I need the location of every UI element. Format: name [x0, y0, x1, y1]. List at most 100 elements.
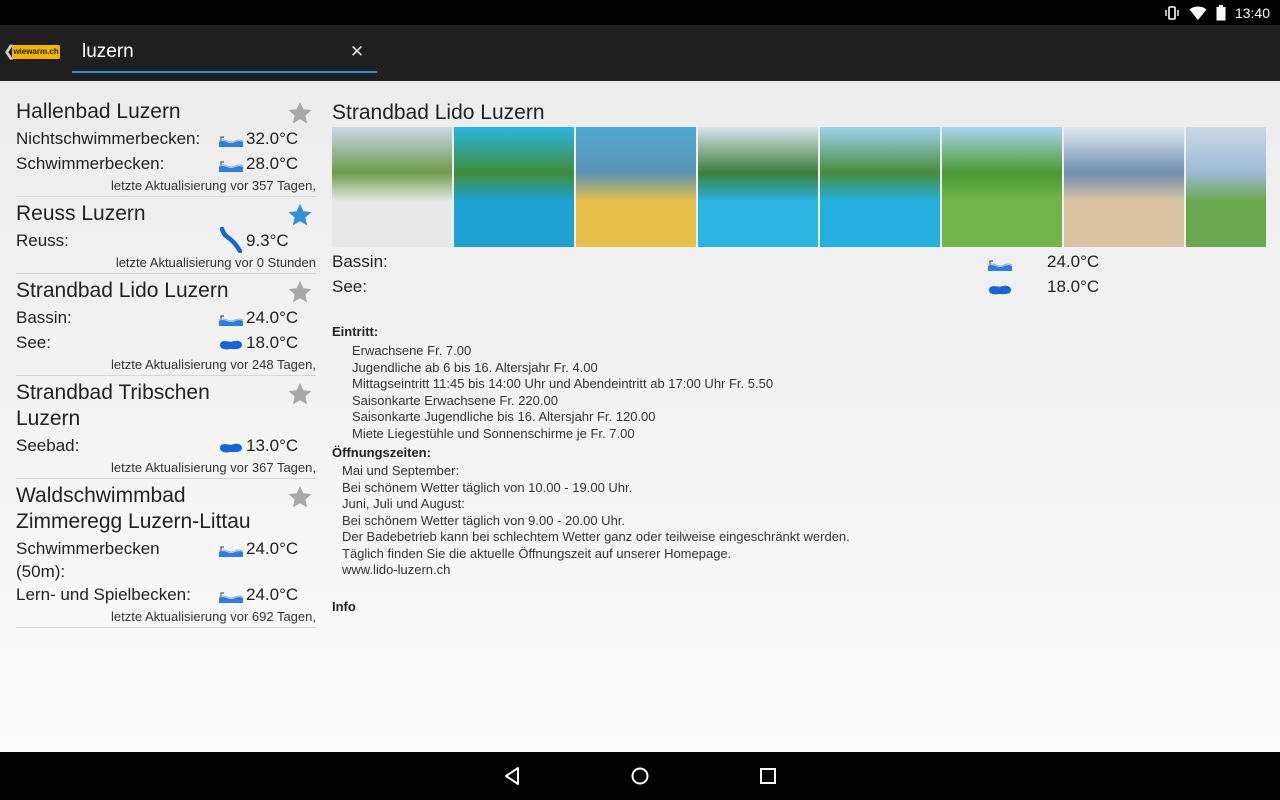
recents-icon[interactable] [756, 764, 780, 788]
temperature-value: 24.0°C [246, 539, 299, 558]
temperature-row: Reuss: 9.3°C [16, 226, 316, 254]
pool-icon [218, 310, 244, 326]
result-item[interactable]: Strandbad Lido Luzern Bassin: 24.0°C See: 18… [16, 274, 316, 376]
gallery-photo[interactable] [332, 127, 452, 247]
temperature-label: See: [16, 333, 51, 352]
temperature-row: Schwimmerbecken: 28.0°C [16, 152, 316, 177]
temperature-value: 13.0°C [246, 436, 299, 455]
last-update-text: letzte Aktualisierung vor 367 Tagen, [110, 460, 316, 475]
pool-icon [987, 255, 1013, 271]
result-title: Waldschwimmbad Zimmeregg Luzern-Littau [16, 484, 251, 533]
pool-icon [218, 156, 244, 172]
pool-icon [218, 131, 244, 147]
temperature-row: Schwimmerbecken (50m): 24.0°C [16, 537, 316, 583]
info-line: Täglich finden Sie die aktuelle Öffnungs… [342, 545, 732, 561]
lake-icon [218, 335, 244, 350]
info-heading: Info [332, 599, 356, 614]
info-line: Bei schönem Wetter täglich von 10.00 - 1… [342, 479, 633, 495]
info-line: Saisonkarte Jugendliche bis 16. Altersja… [352, 409, 656, 424]
info-line: Jugendliche ab 6 bis 16. Altersjahr Fr. … [352, 359, 598, 375]
favorite-star-icon[interactable] [286, 380, 314, 408]
gallery-photo[interactable] [820, 127, 940, 247]
app-logo[interactable]: wiewarm.ch [12, 45, 60, 59]
temperature-value: 32.0°C [246, 129, 299, 148]
favorite-star-active-icon[interactable] [286, 201, 314, 229]
temperature-value: 24.0°C [246, 308, 299, 327]
gallery-photo[interactable] [698, 127, 818, 247]
navigation-bar [0, 752, 1280, 800]
last-update-text: letzte Aktualisierung vor 0 Stunden [115, 255, 316, 270]
result-title: Strandbad Lido Luzern [16, 279, 229, 302]
last-update-text: letzte Aktualisierung vor 357 Tagen, [110, 178, 316, 193]
temperature-label: Reuss: [16, 231, 69, 250]
eintritt-heading: Eintritt: [332, 324, 379, 339]
gallery-photo[interactable] [454, 127, 574, 247]
temperature-label: Schwimmerbecken: [16, 154, 165, 173]
temperature-label: Nichtschwimmerbecken: [16, 129, 201, 148]
detail-temp-value: 24.0°C [1047, 252, 1100, 271]
temperature-value: 28.0°C [246, 154, 299, 173]
temperature-label: Seebad: [16, 436, 80, 455]
info-line: Mittagseintritt 11:45 bis 14:00 Uhr und … [352, 376, 774, 391]
battery-icon [1216, 4, 1226, 21]
river-icon [218, 226, 244, 254]
temperature-row: Nichtschwimmerbecken: 32.0°C [16, 127, 316, 152]
oeffnung-heading: Öffnungszeiten: [332, 445, 431, 460]
result-title: Strandbad Tribschen Luzern [16, 381, 210, 430]
gallery-photo[interactable] [1064, 127, 1184, 247]
clear-search-button[interactable]: ✕ [347, 42, 367, 62]
info-line: Mai und September: [342, 463, 460, 478]
info-line: Der Badebetrieb kann bei schlechtem Wett… [342, 529, 850, 544]
detail-temp-row: See: 18.0°C [332, 275, 1266, 299]
pool-icon [218, 541, 244, 557]
photo-gallery[interactable] [332, 127, 1266, 247]
info-line: Erwachsene Fr. 7.00 [352, 343, 472, 358]
temperature-row: Bassin: 24.0°C [16, 306, 316, 331]
search-input[interactable] [82, 39, 332, 65]
status-bar: 13:40 [0, 0, 1280, 25]
temperature-row: See: 18.0°C [16, 331, 316, 356]
detail-temp-label: See: [332, 277, 367, 296]
result-item[interactable]: Hallenbad Luzern Nichtschwimmerbecken: 32.… [16, 81, 316, 197]
main-content: Hallenbad Luzern Nichtschwimmerbecken: 32.… [0, 81, 1280, 752]
clock: 13:40 [1234, 4, 1270, 21]
home-icon[interactable] [628, 764, 652, 788]
detail-temp-value: 18.0°C [1047, 277, 1100, 296]
gallery-photo[interactable] [1186, 127, 1266, 247]
search-box: ✕ [72, 33, 377, 73]
info-line: Saisonkarte Erwachsene Fr. 220.00 [352, 392, 558, 408]
last-update-text: letzte Aktualisierung vor 248 Tagen, [110, 357, 316, 372]
back-icon[interactable] [500, 764, 524, 788]
gallery-photo[interactable] [576, 127, 696, 247]
pool-icon [218, 587, 244, 603]
detail-temp-label: Bassin: [332, 252, 388, 271]
results-list: Hallenbad Luzern Nichtschwimmerbecken: 32.… [16, 81, 316, 628]
result-item[interactable]: Reuss Luzern Reuss: 9.3°C letzte Aktualisie… [16, 197, 316, 274]
favorite-star-icon[interactable] [286, 99, 314, 127]
info-line: Bei schönem Wetter täglich von 9.00 - 20… [342, 512, 626, 528]
favorite-star-icon[interactable] [286, 278, 314, 306]
detail-title: Strandbad Lido Luzern [332, 101, 545, 124]
favorite-star-icon[interactable] [286, 483, 314, 511]
result-title: Hallenbad Luzern [16, 100, 181, 123]
temperature-row: Lern- und Spielbecken: 24.0°C [16, 583, 316, 608]
info-line: Juni, Juli und August: [342, 496, 465, 511]
last-update-text: letzte Aktualisierung vor 692 Tagen, [110, 609, 316, 624]
info-line: Miete Liegestühle und Sonnenschirme je F… [352, 425, 635, 441]
wifi-icon [1189, 5, 1207, 21]
vibrate-icon [1164, 5, 1180, 21]
action-bar: ❮ wiewarm.ch ✕ [0, 25, 1280, 81]
temperature-value: 9.3°C [246, 231, 289, 250]
temperature-value: 24.0°C [246, 585, 299, 604]
eintritt-lines: Erwachsene Fr. 7.00 Jugendliche ab 6 bis … [352, 343, 773, 442]
temperature-label: Lern- und Spielbecken: [16, 585, 191, 604]
temperature-value: 18.0°C [246, 333, 299, 352]
result-item[interactable]: Strandbad Tribschen Luzern Seebad: 13.0°C l… [16, 376, 316, 479]
detail-temp-row: Bassin: 24.0°C [332, 250, 1266, 274]
info-line: www.lido-luzern.ch [342, 562, 451, 577]
temperature-row: Seebad: 13.0°C [16, 434, 316, 459]
gallery-photo[interactable] [942, 127, 1062, 247]
result-item[interactable]: Waldschwimmbad Zimmeregg Luzern-Littau Sc… [16, 479, 316, 628]
result-title: Reuss Luzern [16, 202, 146, 225]
temperature-label: Schwimmerbecken (50m): [16, 539, 160, 581]
